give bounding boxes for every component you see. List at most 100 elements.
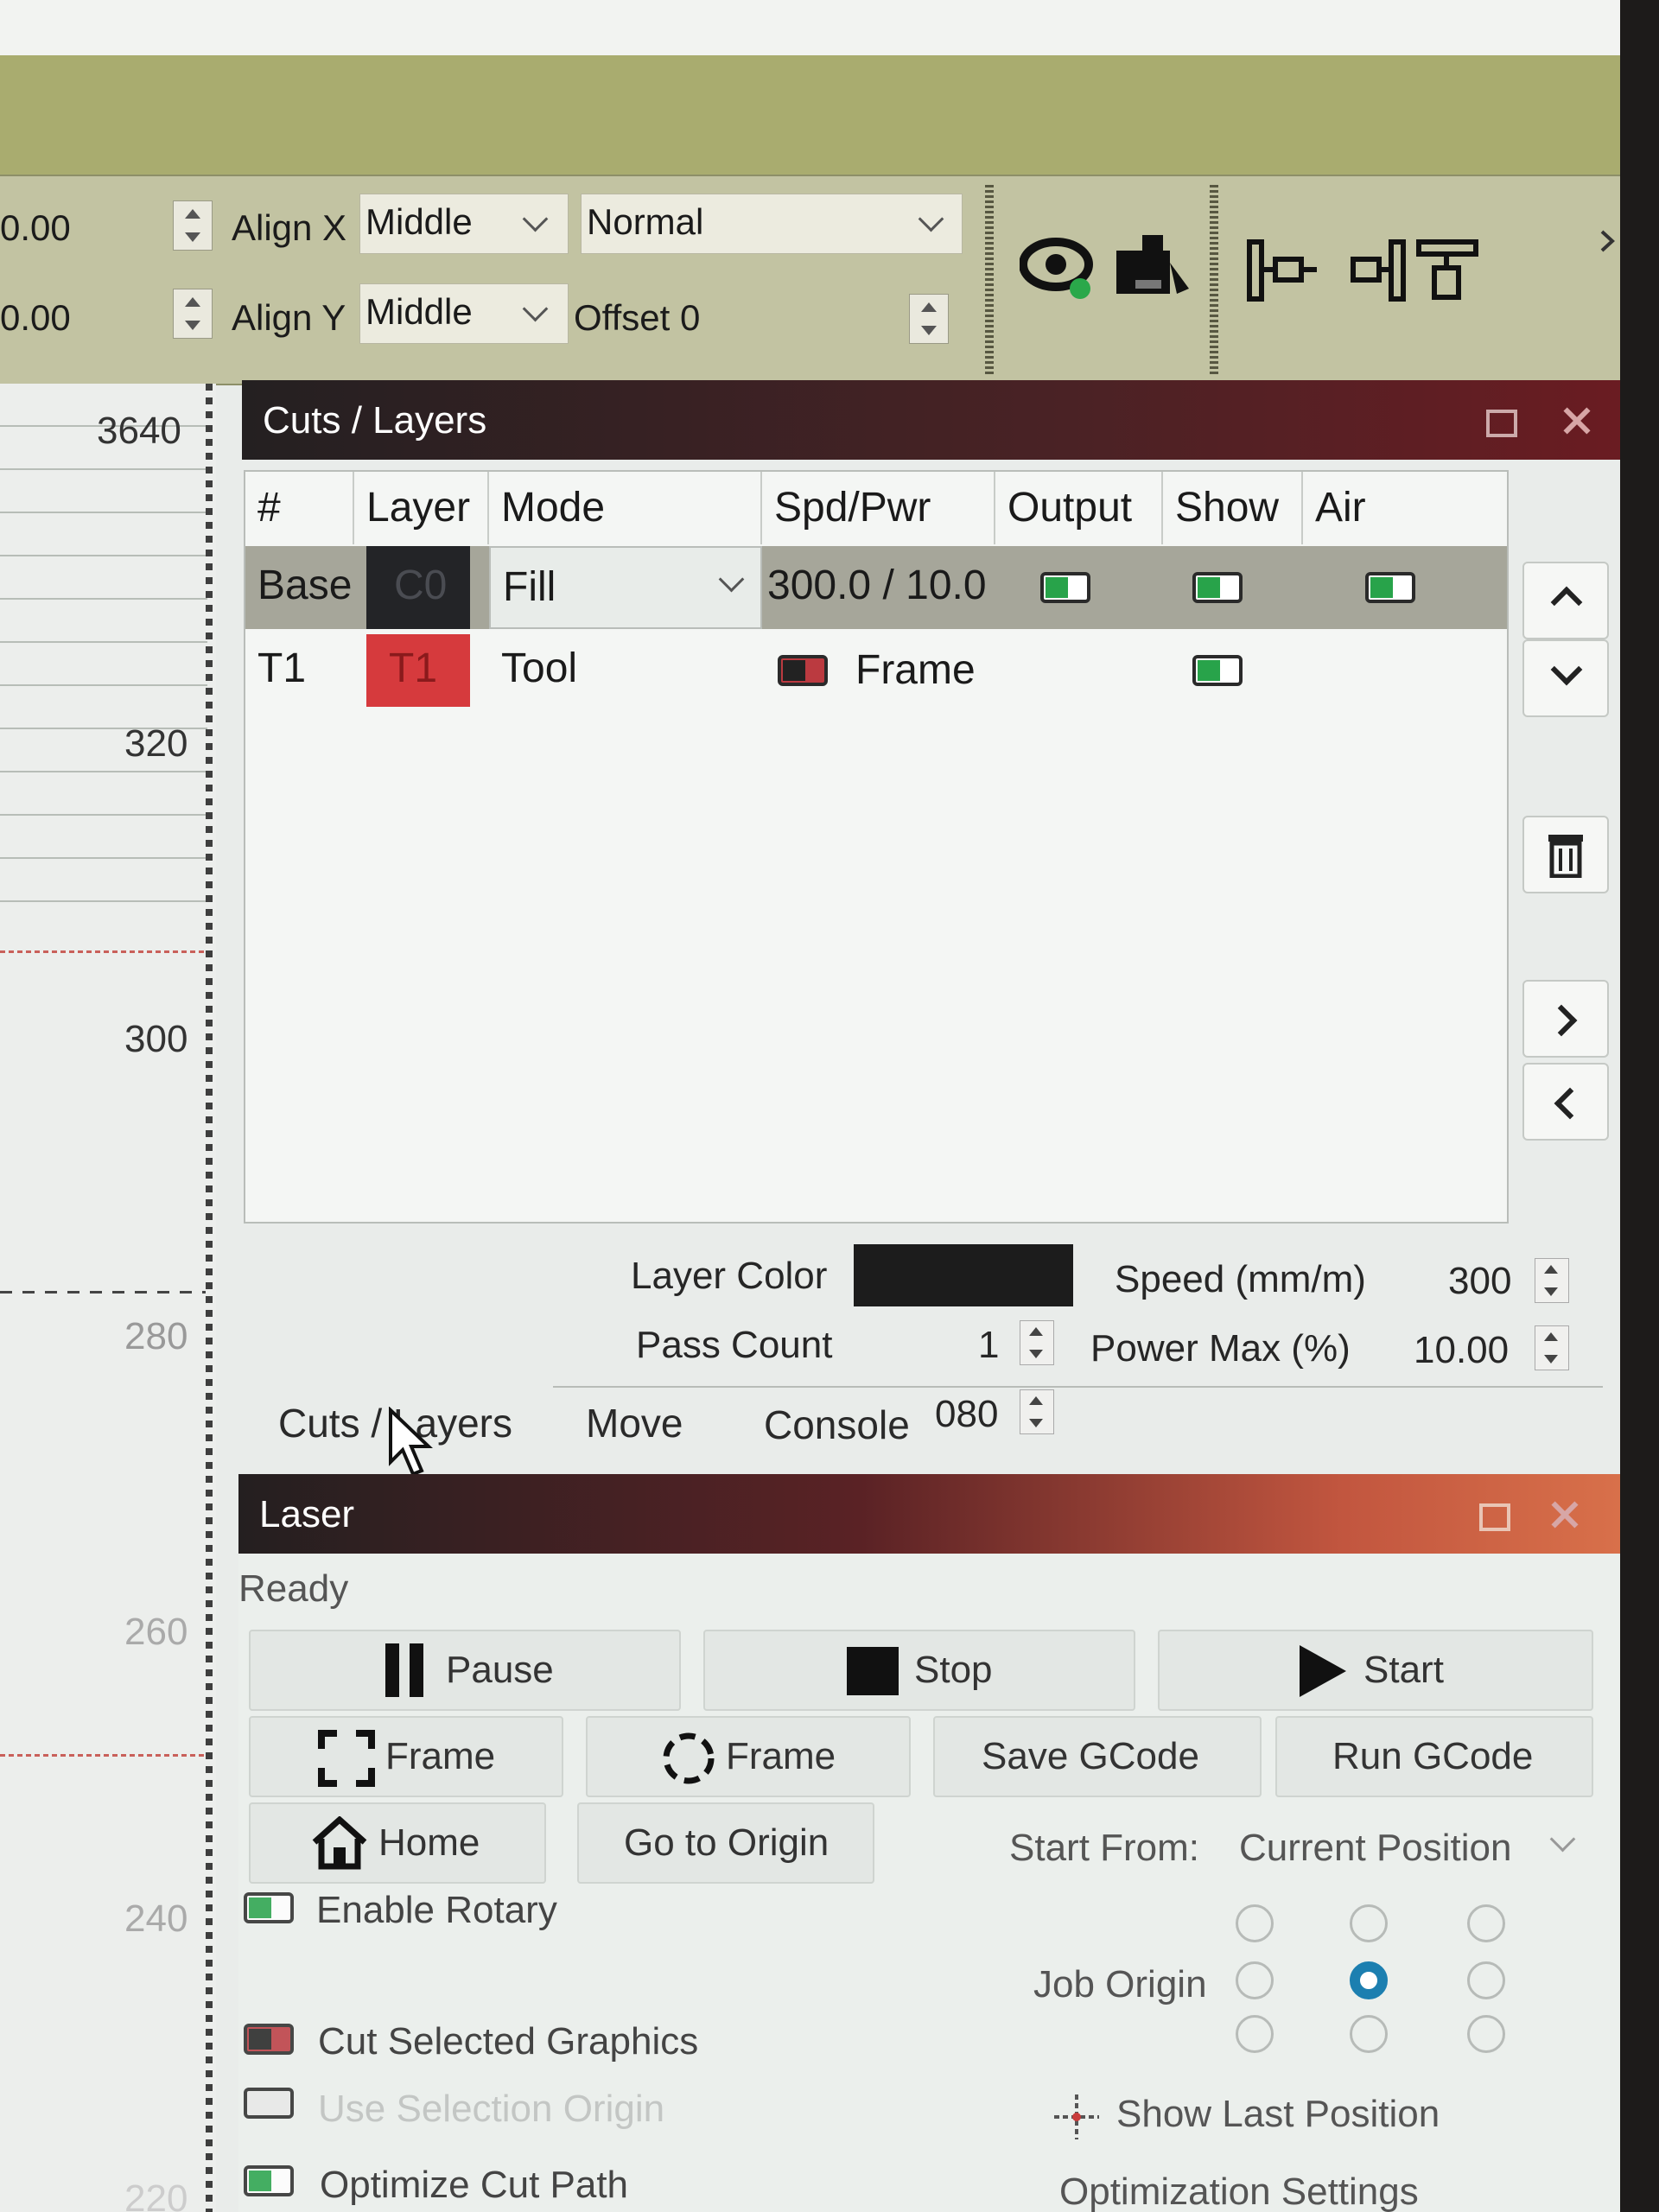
column-header[interactable]: Air: [1303, 472, 1507, 544]
layer-number: T1: [257, 645, 307, 691]
show-toggle[interactable]: [1192, 655, 1243, 686]
toolbar-overflow-icon[interactable]: [1599, 228, 1618, 254]
column-header[interactable]: Spd/Pwr: [762, 472, 995, 544]
move-layer-up-button[interactable]: [1522, 562, 1609, 639]
frame-rect-icon: [318, 1730, 375, 1787]
layer-number: Base: [257, 563, 353, 608]
speed-value[interactable]: 300: [1448, 1260, 1511, 1303]
restore-icon[interactable]: [1486, 410, 1517, 437]
x-value[interactable]: 0.00: [0, 207, 71, 249]
offset-label[interactable]: Offset 0: [574, 297, 700, 339]
spd-pwr-value: 300.0 / 10.0: [767, 563, 987, 608]
job-origin-radio[interactable]: [1236, 2015, 1274, 2053]
pass-count-value[interactable]: 1: [978, 1324, 999, 1367]
home-button[interactable]: Home: [249, 1802, 546, 1884]
layer-row-base[interactable]: Base C0 Fill 300.0 / 10.0: [245, 546, 1507, 629]
layer-swatch[interactable]: C0: [366, 546, 470, 629]
mode-select[interactable]: Fill: [489, 546, 762, 629]
start-button[interactable]: Start: [1158, 1630, 1593, 1711]
start-from-label: Start From:: [1009, 1827, 1200, 1869]
align-right-icon[interactable]: [1344, 237, 1414, 306]
delete-layer-button[interactable]: [1522, 816, 1609, 893]
frame-toggle[interactable]: [778, 655, 828, 686]
job-origin-radio[interactable]: [1350, 1904, 1388, 1942]
output-toggle[interactable]: [1040, 572, 1090, 603]
cuts-layers-header[interactable]: Cuts / Layers: [242, 380, 1620, 460]
save-gcode-button[interactable]: Save GCode: [933, 1716, 1262, 1797]
frame-circle-button[interactable]: Frame: [586, 1716, 911, 1797]
show-last-position-button[interactable]: Show Last Position: [1116, 2093, 1440, 2136]
power-max-value[interactable]: 10.00: [1414, 1329, 1509, 1372]
job-origin-radio[interactable]: [1236, 1904, 1274, 1942]
y-spinner[interactable]: [173, 289, 213, 339]
cut-selected-toggle[interactable]: [244, 2024, 294, 2055]
show-toggle[interactable]: [1192, 572, 1243, 603]
job-origin-radio[interactable]: [1236, 1961, 1274, 1999]
optimize-cut-path-toggle[interactable]: [244, 2165, 294, 2196]
job-origin-radio[interactable]: [1467, 1904, 1505, 1942]
column-header[interactable]: #: [245, 472, 354, 544]
stop-button[interactable]: Stop: [703, 1630, 1135, 1711]
job-origin-radio[interactable]: [1467, 1961, 1505, 1999]
layer-swatch-label: T1: [389, 645, 438, 691]
column-header[interactable]: Output: [995, 472, 1163, 544]
job-origin-radio[interactable]: [1467, 2015, 1505, 2053]
toolbar-grip[interactable]: [1210, 185, 1218, 375]
go-to-origin-button[interactable]: Go to Origin: [577, 1802, 874, 1884]
ruler-ticks: [206, 384, 213, 2212]
layer-row-t1[interactable]: T1 T1 Tool Frame: [245, 629, 1507, 712]
ruler-label: 220: [124, 2177, 188, 2212]
restore-icon[interactable]: [1479, 1503, 1510, 1531]
distribute-horizontal-icon[interactable]: [1244, 237, 1339, 306]
use-selection-origin-toggle[interactable]: [244, 2088, 294, 2119]
frame-rect-button[interactable]: Frame: [249, 1716, 563, 1797]
column-header[interactable]: Layer: [354, 472, 489, 544]
column-header[interactable]: Show: [1163, 472, 1303, 544]
canvas-dashed-guide: [0, 1291, 206, 1294]
laser-panel-header[interactable]: Laser: [238, 1474, 1620, 1554]
cut-selected-label: Cut Selected Graphics: [318, 2020, 699, 2063]
use-selection-origin-label: Use Selection Origin: [318, 2088, 665, 2130]
offset-spinner[interactable]: [909, 294, 949, 344]
job-origin-radio-selected[interactable]: [1350, 1961, 1388, 1999]
partial-value[interactable]: 080: [935, 1393, 998, 1436]
pass-count-spinner[interactable]: [1020, 1320, 1054, 1365]
align-top-icon[interactable]: [1414, 237, 1483, 315]
ruler-label: 280: [124, 1315, 188, 1357]
job-origin-radio[interactable]: [1350, 2015, 1388, 2053]
speed-spinner[interactable]: [1535, 1258, 1569, 1303]
close-icon[interactable]: [1560, 404, 1593, 437]
crosshair-icon: [1054, 2094, 1099, 2139]
mode-select[interactable]: Normal: [581, 194, 963, 254]
laser-machine-icon[interactable]: [1109, 228, 1196, 306]
toolbar-grip[interactable]: [985, 185, 994, 375]
vertical-ruler: 3640 320 300 280 260 240 220: [0, 384, 216, 2212]
partial-spinner[interactable]: [1020, 1389, 1054, 1434]
move-layer-down-button[interactable]: [1522, 639, 1609, 717]
mode-value: Normal: [587, 201, 704, 242]
air-toggle[interactable]: [1365, 572, 1415, 603]
power-max-spinner[interactable]: [1535, 1325, 1569, 1370]
enable-rotary-toggle[interactable]: [244, 1892, 294, 1923]
pause-button[interactable]: Pause: [249, 1630, 681, 1711]
mouse-cursor-icon: [389, 1407, 433, 1477]
align-y-select[interactable]: Middle: [359, 283, 569, 344]
align-y-value: Middle: [365, 291, 473, 332]
collapse-panel-button[interactable]: [1522, 1063, 1609, 1141]
align-x-label: Align X: [232, 207, 347, 248]
layer-color-swatch[interactable]: [854, 1244, 1073, 1306]
optimization-settings-button[interactable]: Optimization Settings: [1059, 2171, 1419, 2212]
tab-move[interactable]: Move: [586, 1400, 683, 1446]
preview-icon[interactable]: [1020, 228, 1097, 306]
x-spinner[interactable]: [173, 200, 213, 251]
run-gcode-button[interactable]: Run GCode: [1275, 1716, 1593, 1797]
expand-panel-button[interactable]: [1522, 980, 1609, 1058]
tab-console[interactable]: Console: [764, 1402, 910, 1448]
column-header[interactable]: Mode: [489, 472, 762, 544]
y-value[interactable]: 0.00: [0, 297, 71, 339]
close-icon[interactable]: [1548, 1498, 1581, 1531]
align-x-select[interactable]: Middle: [359, 194, 569, 254]
start-from-select[interactable]: Current Position: [1227, 1811, 1590, 1880]
run-gcode-label: Run GCode: [1332, 1735, 1534, 1777]
layer-swatch[interactable]: T1: [366, 634, 470, 707]
